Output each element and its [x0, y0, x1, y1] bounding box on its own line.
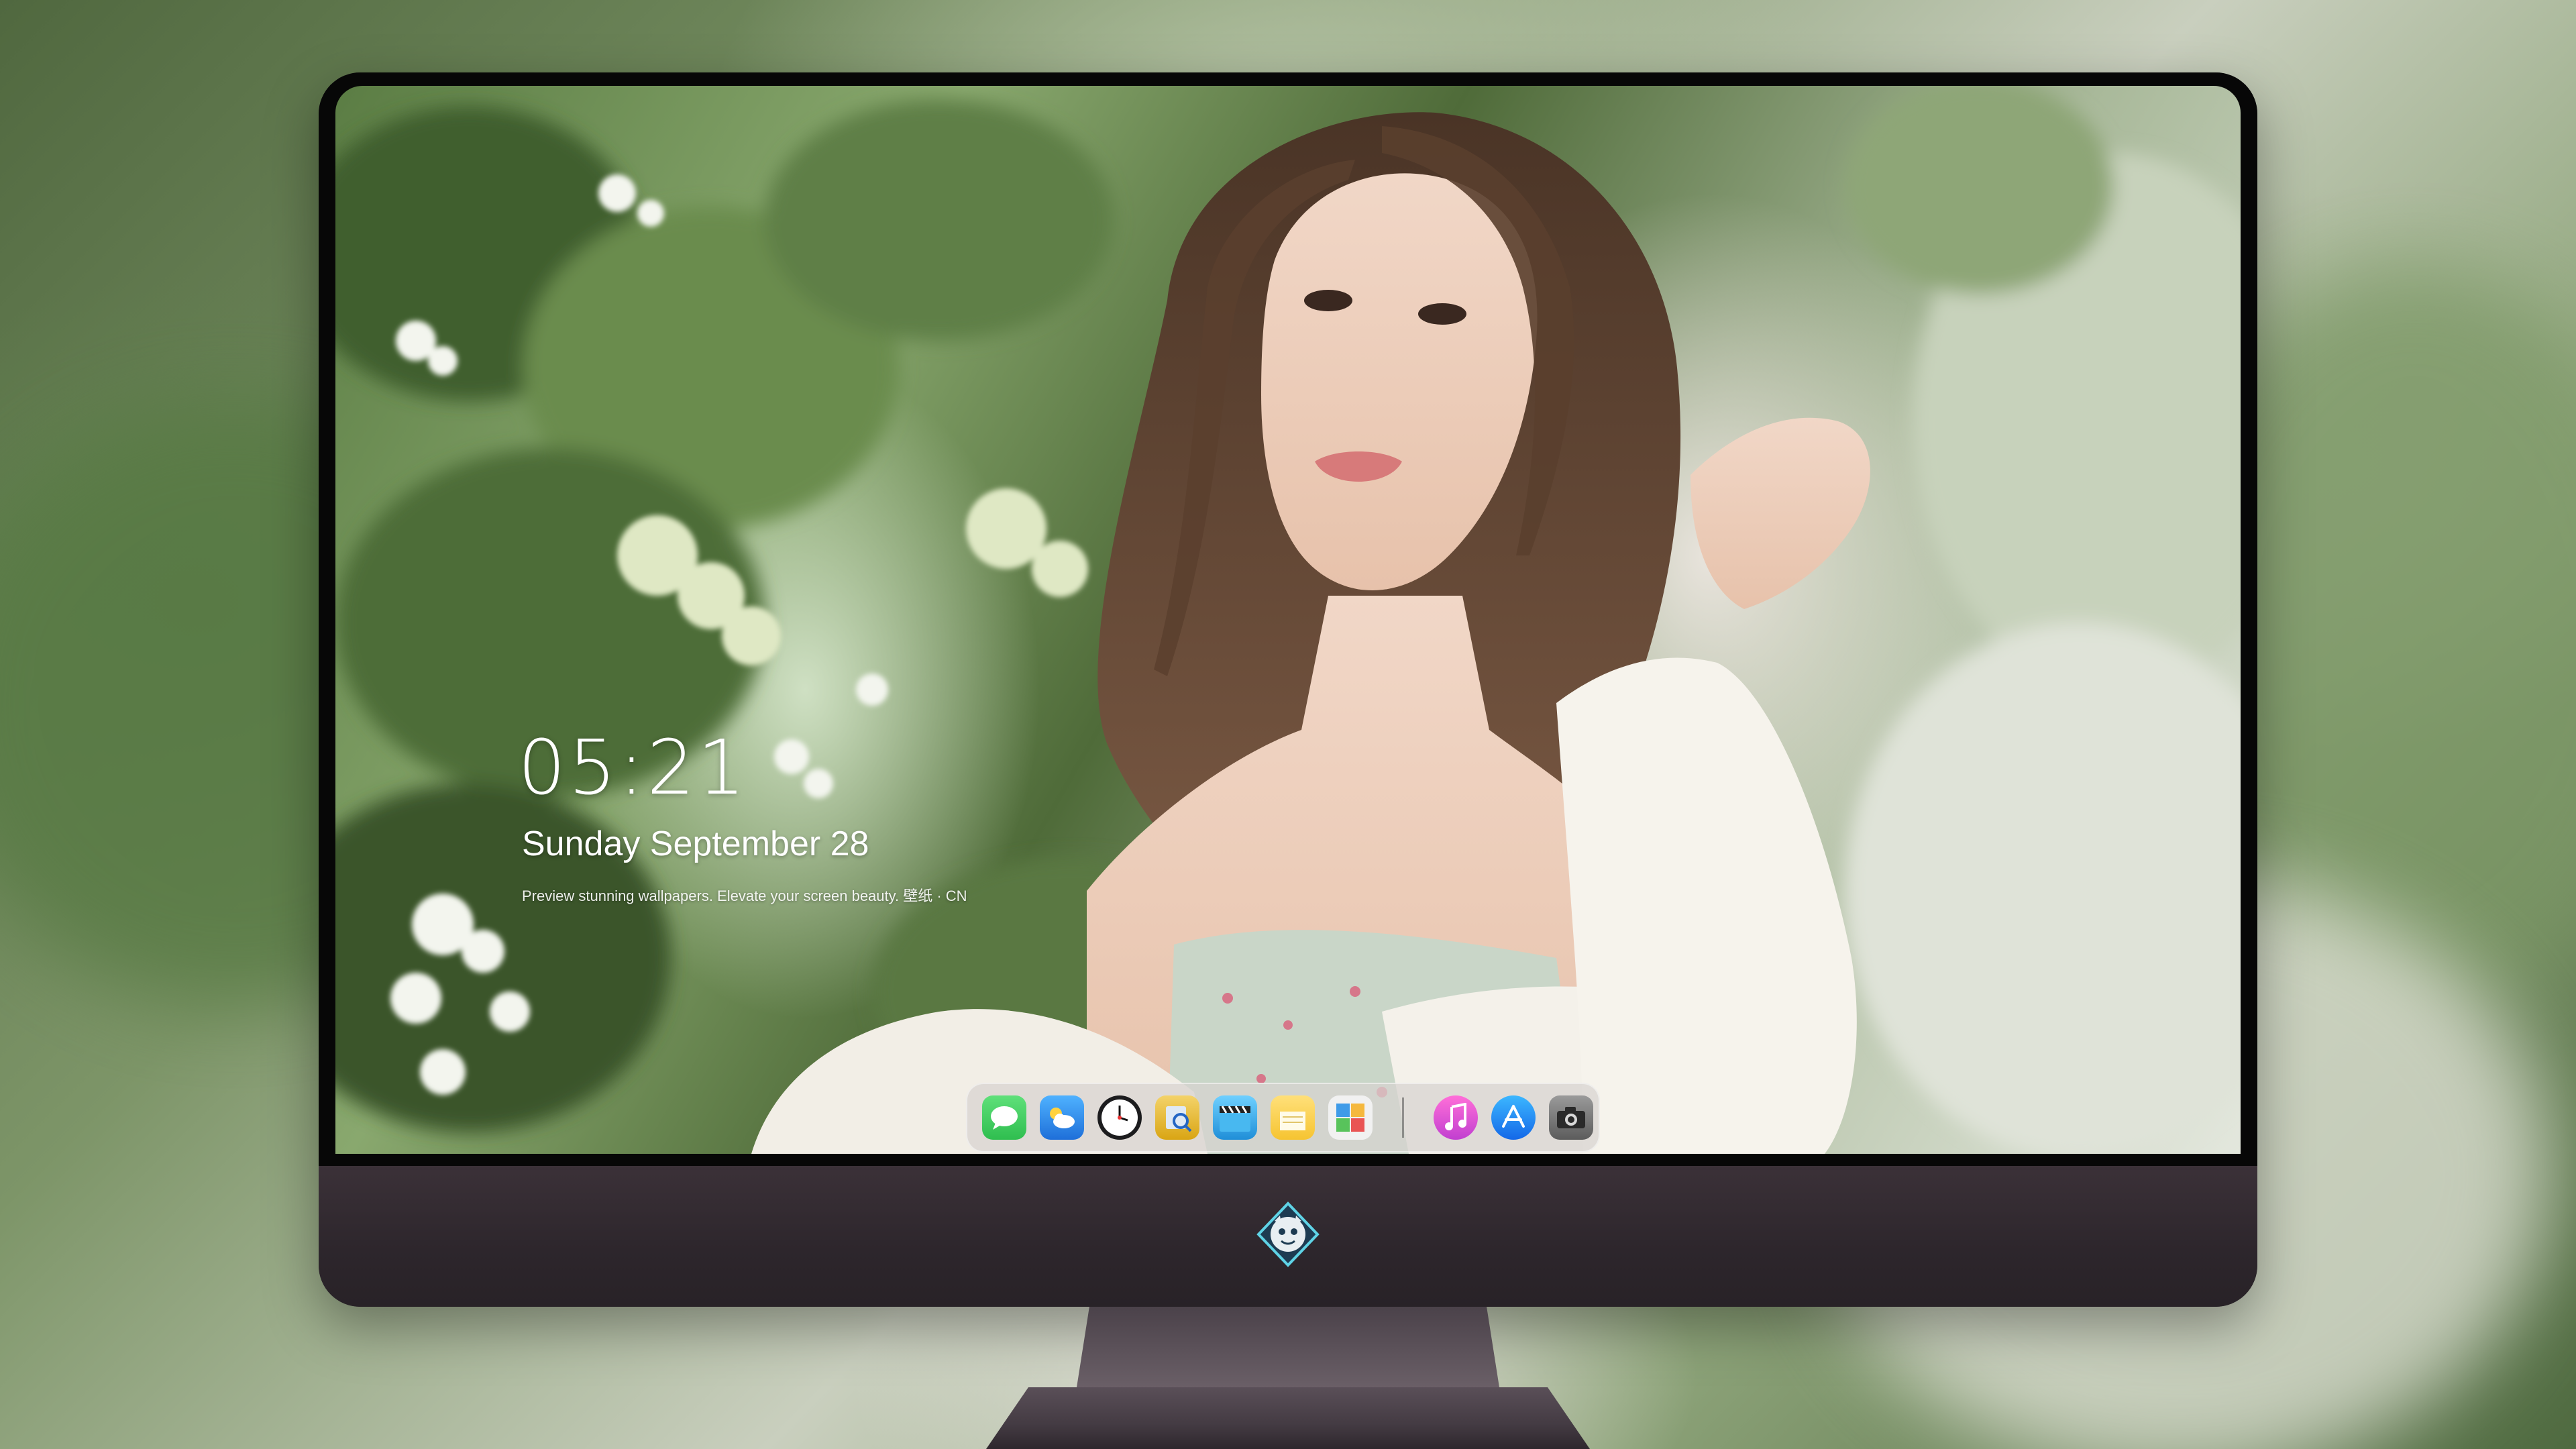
clock-icon	[1102, 1099, 1138, 1136]
mascot-logo-icon	[1256, 1201, 1320, 1267]
notes-icon	[1280, 1112, 1305, 1130]
dock-item-videos[interactable]	[1213, 1095, 1257, 1140]
clapperboard-icon	[1220, 1106, 1250, 1132]
dock-item-preview[interactable]	[1155, 1095, 1199, 1140]
monitor-stand-base	[986, 1387, 1590, 1449]
sweater-arm	[1556, 657, 1857, 1154]
lock-date: Sunday September 28	[522, 824, 869, 863]
preview-icon	[1166, 1106, 1192, 1132]
photo-grid-icon	[1336, 1104, 1364, 1132]
dock-item-app-store[interactable]	[1491, 1095, 1536, 1140]
app-store-icon	[1502, 1105, 1525, 1128]
dock-item-camera[interactable]	[1549, 1095, 1593, 1140]
dock-item-music[interactable]	[1434, 1095, 1478, 1140]
camera-icon	[1557, 1107, 1585, 1128]
dock-separator	[1402, 1097, 1404, 1138]
dock-item-messages[interactable]	[982, 1095, 1026, 1140]
eye-left	[1304, 290, 1352, 311]
music-note-icon	[1445, 1103, 1466, 1130]
message-bubble-icon	[991, 1106, 1018, 1130]
hand	[1690, 417, 1870, 609]
dock-item-notes[interactable]	[1271, 1095, 1315, 1140]
dock-item-weather[interactable]	[1040, 1095, 1084, 1140]
wallpaper-photo	[335, 86, 2241, 1154]
wallpaper-tagline: Preview stunning wallpapers. Elevate you…	[522, 888, 967, 904]
lock-clock: 05:21	[518, 724, 748, 812]
dock-item-clock[interactable]	[1097, 1095, 1142, 1140]
monitor-stand-neck	[1077, 1307, 1499, 1387]
cloud-icon	[1050, 1108, 1075, 1128]
desktop-background: 05:21 Sunday September 28 Preview stunni…	[0, 0, 2576, 1449]
dock-item-photos[interactable]	[1328, 1095, 1373, 1140]
dock	[966, 1083, 1600, 1152]
eye-right	[1418, 303, 1466, 325]
screen-wallpaper: 05:21 Sunday September 28 Preview stunni…	[335, 86, 2241, 1154]
